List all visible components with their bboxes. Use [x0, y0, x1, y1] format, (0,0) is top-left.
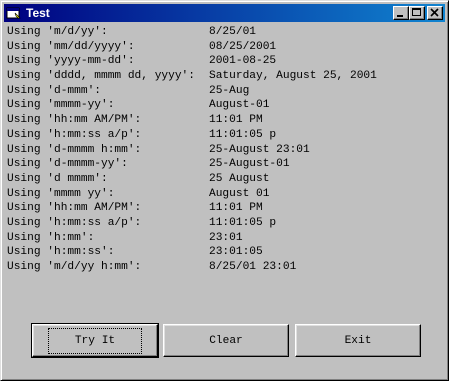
format-row: Using 'mmmm yy': August 01 — [7, 187, 443, 202]
minimize-button[interactable] — [393, 6, 409, 20]
format-value: 25-August 23:01 — [209, 143, 310, 156]
format-value: 25-Aug — [209, 84, 250, 97]
format-label: Using 'h:mm:ss': — [7, 246, 115, 259]
app-window-icon — [6, 6, 22, 20]
format-label: Using 'h:mm:ss a/p': — [7, 216, 142, 229]
format-row: Using 'd mmmm': 25 August — [7, 172, 443, 187]
exit-button[interactable]: Exit — [295, 324, 421, 357]
close-icon — [430, 8, 439, 17]
format-row: Using 'm/d/yy h:mm': 8/25/01 23:01 — [7, 260, 443, 275]
format-label: Using 'd-mmmm h:mm': — [7, 143, 142, 156]
format-value: 2001-08-25 — [209, 55, 277, 68]
format-label: Using 'd-mmmm-yy': — [7, 158, 128, 171]
format-label: Using 'm/d/yy h:mm': — [7, 261, 142, 273]
format-value: 11:01:05 p — [209, 216, 277, 229]
format-value: 11:01 PM — [209, 114, 263, 127]
clear-button[interactable]: Clear — [163, 324, 289, 357]
format-value: 23:01:05 — [209, 246, 263, 259]
format-label: Using 'mm/dd/yyyy': — [7, 40, 135, 53]
maximize-icon — [412, 8, 421, 16]
clear-label: Clear — [209, 334, 243, 347]
try-it-button[interactable]: Try It — [31, 323, 159, 358]
format-value: 23:01 — [209, 231, 243, 244]
format-row: Using 'mmmm-yy': August-01 — [7, 98, 443, 113]
format-label: Using 'd-mmm': — [7, 84, 101, 97]
format-row: Using 'h:mm': 23:01 — [7, 231, 443, 246]
format-label: Using 'dddd, mmmm dd, yyyy': — [7, 70, 195, 83]
format-label: Using 'hh:mm AM/PM': — [7, 202, 142, 215]
format-row: Using 'h:mm:ss a/p': 11:01:05 p — [7, 128, 443, 143]
format-row: Using 'hh:mm AM/PM': 11:01 PM — [7, 113, 443, 128]
format-label: Using 'm/d/yy': — [7, 26, 108, 38]
format-row: Using 'd-mmmm h:mm': 25-August 23:01 — [7, 143, 443, 158]
format-row: Using 'd-mmm': 25-Aug — [7, 84, 443, 99]
format-row: Using 'm/d/yy': 8/25/01 — [7, 25, 443, 40]
format-label: Using 'hh:mm AM/PM': — [7, 114, 142, 127]
main-window: Test Using 'm/d/yy': 8/25/01 Using 'mm/d… — [0, 0, 449, 381]
exit-label: Exit — [344, 334, 372, 347]
format-row: Using 'hh:mm AM/PM': 11:01 PM — [7, 201, 443, 216]
format-row: Using 'mm/dd/yyyy': 08/25/2001 — [7, 40, 443, 55]
format-row: Using 'h:mm:ss a/p': 11:01:05 p — [7, 216, 443, 231]
format-label: Using 'h:mm:ss a/p': — [7, 128, 142, 141]
format-label: Using 'mmmm-yy': — [7, 99, 115, 112]
format-row: Using 'dddd, mmmm dd, yyyy': Saturday, Au… — [7, 69, 443, 84]
format-label: Using 'd mmmm': — [7, 172, 108, 185]
format-label: Using 'h:mm': — [7, 231, 95, 244]
format-value: August 01 — [209, 187, 270, 200]
format-value: August-01 — [209, 99, 270, 112]
format-label: Using 'mmmm yy': — [7, 187, 115, 200]
format-value: 08/25/2001 — [209, 40, 277, 53]
format-value: Saturday, August 25, 2001 — [209, 70, 377, 83]
format-value: 25-August-01 — [209, 158, 290, 171]
format-value: 11:01 PM — [209, 202, 263, 215]
minimize-icon — [397, 15, 403, 17]
format-value: 25 August — [209, 172, 270, 185]
maximize-button[interactable] — [409, 6, 425, 20]
close-button[interactable] — [427, 6, 443, 20]
format-label: Using 'yyyy-mm-dd': — [7, 55, 135, 68]
try-it-label: Try It — [47, 327, 143, 354]
format-row: Using 'd-mmmm-yy': 25-August-01 — [7, 157, 443, 172]
format-value: 11:01:05 p — [209, 128, 277, 141]
window-controls — [393, 6, 443, 20]
window-title: Test — [26, 6, 50, 20]
format-row: Using 'h:mm:ss': 23:01:05 — [7, 245, 443, 260]
format-value: 8/25/01 — [209, 26, 256, 38]
format-value: 8/25/01 23:01 — [209, 261, 297, 273]
format-list: Using 'm/d/yy': 8/25/01 Using 'mm/dd/yyyy… — [7, 25, 443, 275]
format-row: Using 'yyyy-mm-dd': 2001-08-25 — [7, 54, 443, 69]
title-bar[interactable]: Test — [4, 4, 445, 22]
